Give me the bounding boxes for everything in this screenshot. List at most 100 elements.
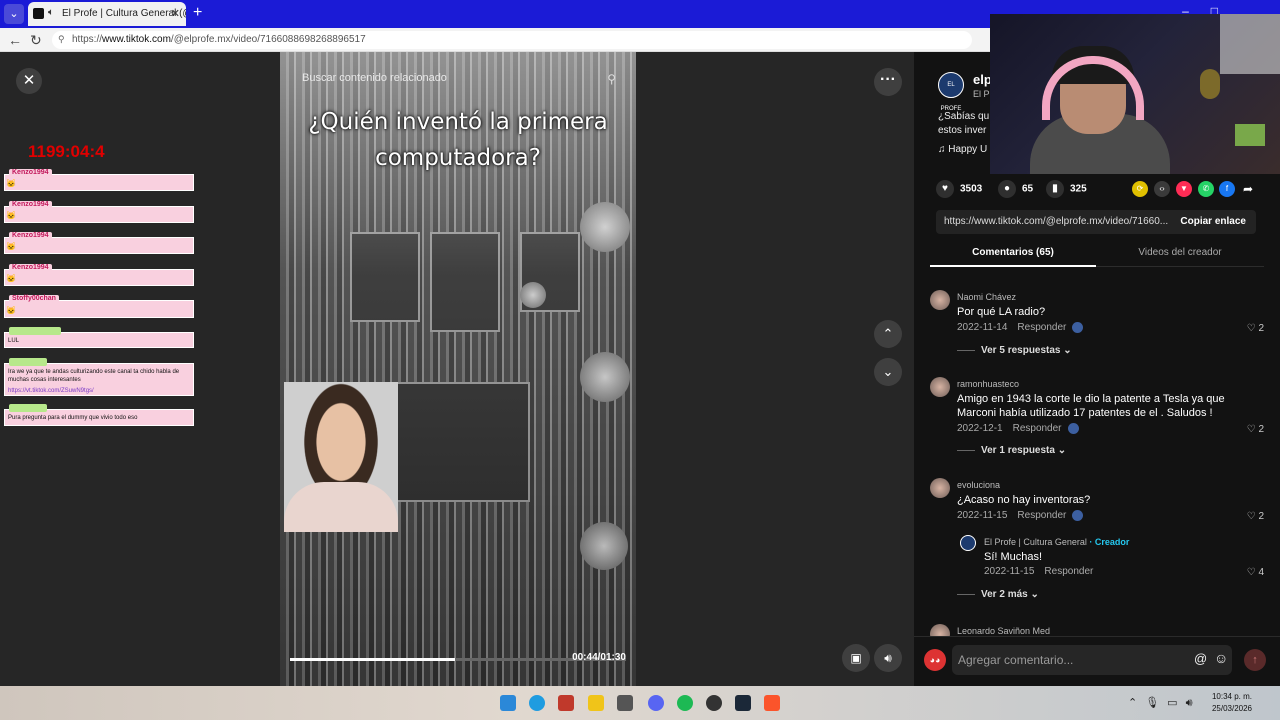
close-tab-icon[interactable]: ✕ [171, 7, 180, 20]
tab-actions-menu-icon[interactable]: ⌄ [4, 4, 24, 24]
site-info-icon[interactable]: ⚲ [58, 34, 65, 45]
share-link-url[interactable]: https://www.tiktok.com/@elprofe.mx/video… [944, 216, 1174, 227]
more-options-button[interactable]: ··· [874, 68, 902, 96]
comment-like-button[interactable]: ♡ 2 [1247, 511, 1264, 522]
steam-icon[interactable] [735, 695, 751, 711]
chat-link[interactable]: https://vt.tiktok.com/ZSuwN9tgs/ [5, 387, 193, 398]
close-button[interactable]: ✕ [16, 68, 42, 94]
edge-icon[interactable] [529, 695, 545, 711]
app-icon[interactable] [617, 695, 633, 711]
search-icon[interactable]: ⚲ [607, 72, 616, 86]
discord-icon[interactable] [648, 695, 664, 711]
avatar[interactable] [930, 624, 950, 636]
share-icon[interactable]: ➦ [1240, 181, 1256, 197]
view-replies-button[interactable]: Ver 5 respuestas ⌄ [957, 345, 1072, 356]
comment-like-button[interactable]: ♡ 2 [1247, 323, 1264, 334]
comment-like-button[interactable]: ♡ 2 [1247, 424, 1264, 435]
avatar[interactable] [930, 478, 950, 498]
chat-username: Kenzo1994 [9, 169, 52, 176]
comment-text: Por qué LA radio? [957, 306, 1046, 318]
reply-avatar-icon [1072, 322, 1084, 333]
new-tab-icon[interactable]: + [193, 4, 202, 22]
emoji-icon[interactable]: ☺ [1214, 650, 1228, 666]
volume-button[interactable]: 🔊︎ [874, 644, 902, 672]
clock-date[interactable]: 25/03/2026 [1208, 704, 1252, 713]
comment-username[interactable]: ramonhuasteco [957, 379, 1019, 389]
reply-avatar-icon [1067, 423, 1079, 434]
view-more-replies-button[interactable]: Ver 2 más ⌄ [957, 589, 1039, 600]
picture-in-picture-button[interactable]: ▣ [842, 644, 870, 672]
tiktok-favicon-icon [33, 8, 44, 19]
reply-button[interactable]: Responder [1044, 566, 1093, 577]
repost-icon[interactable]: ⟳ [1132, 181, 1148, 197]
chat-message: Kenzo1994 🐱 [4, 201, 194, 223]
avatar[interactable] [930, 377, 950, 397]
tab-comments[interactable]: Comentarios (65) [930, 241, 1096, 267]
file-explorer-icon[interactable] [588, 695, 604, 711]
comment-button[interactable]: ● 65 [998, 180, 1033, 198]
brave-icon[interactable] [764, 695, 780, 711]
video-player[interactable]: Buscar contenido relacionado ⚲ ¿Quién in… [280, 52, 636, 686]
chat-text: Pura pregunta para el dummy que vivio to… [8, 415, 138, 421]
reply-button[interactable]: Responder [1013, 423, 1062, 434]
creator-name[interactable]: elp [973, 72, 992, 87]
chat-username [9, 327, 61, 335]
obs-icon[interactable] [706, 695, 722, 711]
stream-timer: 1199:04:4 [28, 142, 105, 161]
audio-playing-icon[interactable]: 🔈︎ [48, 7, 54, 18]
mention-icon[interactable]: @ [1194, 651, 1207, 666]
next-video-button[interactable]: ⌄ [874, 358, 902, 386]
chat-message: Stoffy00chan 🐱 [4, 295, 194, 318]
creator-avatar-small[interactable] [960, 535, 976, 551]
creator-avatar[interactable]: EL PROFE [938, 72, 964, 112]
comment-count: 65 [1022, 183, 1034, 195]
user-avatar[interactable]: ◕◕ [924, 649, 946, 671]
chat-message: Ira we ya que te andas culturizando este… [4, 358, 194, 398]
comment-username[interactable]: Naomi Chávez [957, 292, 1016, 302]
comment-username[interactable]: Leonardo Saviñon Med [957, 626, 1050, 636]
chat-message: Pura pregunta para el dummy que vivio to… [4, 404, 194, 426]
facebook-icon[interactable]: f [1219, 181, 1235, 197]
reload-icon[interactable]: ↻ [30, 32, 42, 49]
reply-meta: 2022-11-15 Responder [984, 566, 1093, 577]
comment-username[interactable]: evoluciona [957, 480, 1000, 490]
bookmark-icon: ▮ [1046, 180, 1064, 198]
spotify-icon[interactable] [677, 695, 693, 711]
app-icon[interactable] [558, 695, 574, 711]
like-button[interactable]: ♥ 3503 [936, 180, 982, 198]
browser-tab[interactable]: 🔈︎ El Profe | Cultura General (@e ✕ [28, 2, 186, 26]
chat-username: Kenzo1994 [9, 264, 52, 271]
embed-icon[interactable]: ‹› [1154, 181, 1170, 197]
tab-creator-videos[interactable]: Videos del creador [1096, 241, 1264, 267]
whatsapp-icon[interactable]: ✆ [1198, 181, 1214, 197]
chat-emote-icon: 🐱 [6, 179, 16, 188]
clock-time[interactable]: 10:34 p. m. [1208, 692, 1252, 701]
view-replies-button[interactable]: Ver 1 respuesta ⌄ [957, 445, 1066, 456]
creator-tag: · Creador [1089, 537, 1130, 547]
reply-button[interactable]: Responder [1017, 322, 1066, 333]
chat-username: Kenzo1994 [9, 201, 52, 208]
post-comment-button[interactable]: ↑ [1244, 649, 1266, 671]
music-label[interactable]: ♫ Happy U [938, 144, 987, 155]
send-icon[interactable]: ▼ [1176, 181, 1192, 197]
chat-text: Ira we ya que te andas culturizando este… [8, 369, 180, 383]
reply-like-button[interactable]: ♡ 4 [1247, 567, 1264, 578]
related-search-bar[interactable]: Buscar contenido relacionado ⚲ [294, 72, 624, 92]
comment-input[interactable]: Agregar comentario... [952, 645, 1232, 675]
save-button[interactable]: ▮ 325 [1046, 180, 1087, 198]
comment-item: Leonardo Saviñon Med [930, 624, 1264, 636]
copy-link-button[interactable]: Copiar enlace [1180, 216, 1246, 227]
avatar[interactable] [930, 290, 950, 310]
previous-video-button[interactable]: ⌃ [874, 320, 902, 348]
chat-message: Kenzo1994 🐱 [4, 169, 194, 191]
url-field[interactable]: ⚲ https://www.tiktok.com/@elprofe.mx/vid… [52, 31, 972, 49]
back-icon[interactable]: ← [8, 32, 22, 48]
comment-like-count: 2 [1258, 323, 1264, 334]
reply-button[interactable]: Responder [1017, 510, 1066, 521]
reply-username[interactable]: El Profe | Cultura General · Creador [984, 537, 1129, 547]
start-icon[interactable] [500, 695, 516, 711]
streamer-webcam [990, 14, 1280, 174]
chat-message: Kenzo1994 🐱 [4, 232, 194, 254]
system-tray-icons[interactable]: ⌃🎙︎▭🔊︎ [1128, 696, 1201, 710]
comment-text: Amigo en 1943 la corte le dio la patente… [957, 393, 1225, 419]
